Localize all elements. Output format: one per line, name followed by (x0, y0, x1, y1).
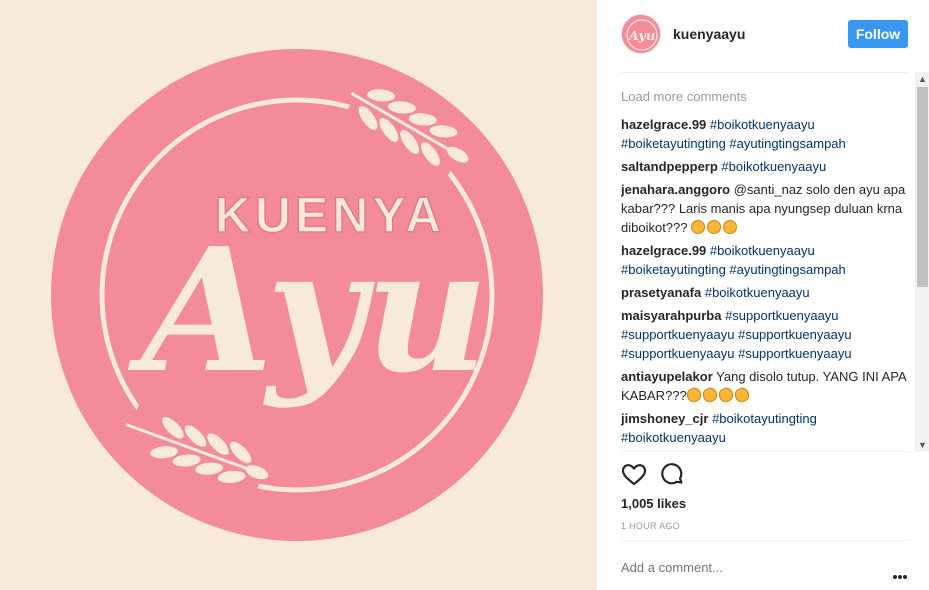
scroll-down-arrow-icon[interactable]: ▼ (915, 438, 929, 452)
load-more-comments-link[interactable]: Load more comments (621, 88, 913, 106)
rofl-emoji-icon (700, 385, 720, 405)
comments-scrollbar[interactable]: ▲ ▼ (915, 72, 929, 452)
avatar[interactable]: Ayu (621, 14, 661, 54)
logo-script-text: Ayu (127, 211, 488, 411)
post-timestamp[interactable]: 1 HOUR AGO (621, 521, 680, 531)
more-options-icon[interactable] (893, 566, 909, 579)
comment-author[interactable]: jenahara.anggoro (621, 182, 730, 197)
comment-item: saltandpepperp #boikotkuenyaayu (621, 157, 913, 176)
divider (621, 540, 909, 541)
comment-item: jimshoney_cjr #boikotayutingting #boikot… (621, 409, 913, 447)
post-image[interactable]: KUENYA Ayu (0, 0, 596, 590)
rofl-emoji-icon (716, 385, 736, 405)
comment-author[interactable]: hazelgrace.99 (621, 117, 706, 132)
post-sidebar: Ayu kuenyaayu Follow Load more comments … (596, 0, 929, 590)
comment-bubble-icon[interactable] (659, 462, 685, 488)
comment-author[interactable]: jimshoney_cjr (621, 411, 708, 426)
rofl-emoji-icon (732, 385, 752, 405)
avatar-text: Ayu (627, 29, 656, 44)
divider (621, 72, 909, 73)
kuenya-ayu-logo: KUENYA Ayu (51, 49, 543, 541)
comment-author[interactable]: prasetyanafa (621, 285, 701, 300)
comment-author[interactable]: maisyarahpurba (621, 308, 721, 323)
comment-item: hazelgrace.99 #boikotkuenyaayu #boiketay… (621, 241, 913, 279)
rofl-emoji-icon (684, 385, 704, 405)
tongue-emoji-icon (707, 220, 722, 234)
tongue-emoji-icon (691, 220, 706, 234)
comments-list: Load more comments hazelgrace.99 #boikot… (621, 88, 913, 450)
heart-icon[interactable] (621, 462, 647, 488)
avatar-logo-icon: Ayu (622, 15, 660, 53)
comment-item: jenahara.anggoro @santi_naz solo den ayu… (621, 180, 913, 237)
divider (621, 451, 909, 452)
comment-item: prasetyanafa #boikotkuenyaayu (621, 283, 913, 302)
username-link[interactable]: kuenyaayu (673, 26, 745, 42)
comment-item: hazelgrace.99 #boikotkuenyaayu #boiketay… (621, 115, 913, 153)
comment-author[interactable]: antiayupelakor (621, 369, 713, 384)
comment-author[interactable]: saltandpepperp (621, 159, 718, 174)
add-comment-input[interactable] (621, 560, 871, 575)
scrollbar-thumb[interactable] (917, 87, 928, 287)
comment-hashtags[interactable]: #boikotkuenyaayu (705, 285, 810, 300)
scroll-up-arrow-icon[interactable]: ▲ (915, 72, 929, 86)
comment-item: antiayupelakor Yang disolo tutup. YANG I… (621, 367, 913, 405)
comment-item: maisyarahpurba #supportkuenyaayu #suppor… (621, 306, 913, 363)
follow-button[interactable]: Follow (848, 20, 908, 48)
comment-hashtags[interactable]: #boikotkuenyaayu (721, 159, 826, 174)
likes-count[interactable]: 1,005 likes (621, 496, 686, 511)
comment-author[interactable]: hazelgrace.99 (621, 243, 706, 258)
post-header: Ayu kuenyaayu Follow (597, 0, 929, 72)
tongue-emoji-icon (723, 220, 738, 234)
